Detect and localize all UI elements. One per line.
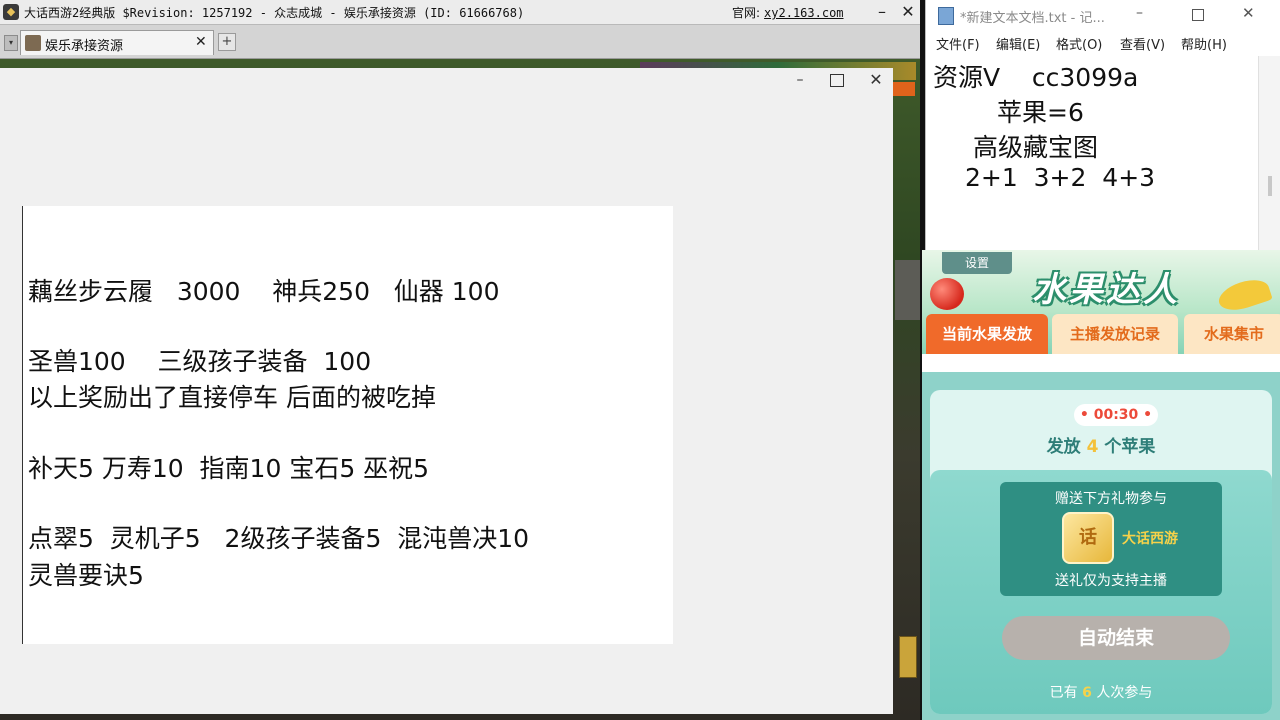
fruit-banner: 设置 水果达人 当前水果发放 主播发放记录 水果集市 (922, 250, 1280, 360)
notes-document: 藕丝步云履 3000 神兵250 仙器 100 圣兽100 三级孩子装备 100… (22, 206, 673, 644)
gift-icon[interactable]: 话 (1062, 512, 1114, 564)
participants-prefix: 已有 (1049, 685, 1078, 701)
participants-suffix: 人次参与 (1096, 685, 1153, 701)
game-window-title: 大话西游2经典版 $Revision: 1257192 - 众志成城 - 娱乐承… (24, 6, 525, 20)
menu-help[interactable]: 帮助(H) (1181, 34, 1227, 53)
auto-end-button[interactable]: 自动结束 (1002, 616, 1230, 660)
tab-close-icon[interactable]: ✕ (195, 34, 207, 50)
gift-box: 赠送下方礼物参与 话 大话西游 送礼仅为支持主播 (1000, 482, 1222, 596)
notepad-icon (938, 7, 954, 25)
notepad-line: 资源V cc3099a (933, 63, 1139, 92)
apple-icon (930, 278, 964, 310)
participants-count: 已有 6 人次参与 (930, 682, 1272, 702)
notepad-titlebar: *新建文本文档.txt - 记... – ✕ (926, 0, 1280, 30)
official-site: 官网: xy2.163.com (732, 4, 844, 21)
game-minimize-button[interactable]: – (872, 2, 892, 22)
countdown-timer: • 00:30 • (1074, 404, 1158, 426)
gift-note: 送礼仅为支持主播 (1055, 573, 1167, 589)
settings-button[interactable]: 设置 (942, 252, 1012, 274)
overlay-close-button[interactable]: ✕ (866, 70, 886, 90)
game-close-button[interactable]: ✕ (898, 2, 918, 22)
tab-dropdown-button[interactable]: ▾ (4, 35, 18, 51)
menu-format[interactable]: 格式(O) (1056, 34, 1102, 53)
fruit-logo: 水果达人 (1032, 270, 1180, 310)
official-site-link[interactable]: xy2.163.com (764, 6, 843, 20)
notepad-line: 高级藏宝图 (973, 133, 1099, 162)
overlay-minimize-button[interactable]: – (790, 72, 810, 92)
headline-suffix: 个苹果 (1104, 437, 1156, 457)
official-site-label: 官网: (732, 6, 761, 20)
tab-current-fruit[interactable]: 当前水果发放 (926, 314, 1048, 354)
game-hud-indicator (893, 82, 915, 96)
game-app-icon: ◆ (3, 4, 19, 20)
tab-avatar-icon (25, 35, 41, 51)
notes-line: 点翠5 灵机子5 2级孩子装备5 混沌兽决10 (28, 524, 530, 553)
banana-icon (1215, 274, 1273, 316)
notepad-text-area[interactable]: 资源V cc3099a 苹果=6 高级藏宝图 2+1 3+2 4+3 (928, 56, 1258, 250)
notepad-close-button[interactable]: ✕ (1242, 4, 1255, 22)
notepad-line: 2+1 3+2 4+3 (965, 163, 1156, 192)
participants-number: 6 (1082, 685, 1092, 701)
notepad-minimize-button[interactable]: – (1136, 5, 1143, 21)
gift-title: 赠送下方礼物参与 (1055, 491, 1167, 507)
game-window: ◆ 大话西游2经典版 $Revision: 1257192 - 众志成城 - 娱… (0, 0, 922, 720)
fruit-card: • 00:30 • 发放 4 个苹果 赠送下方礼物参与 话 大话西游 送礼仅为支… (930, 390, 1272, 714)
notepad-maximize-button[interactable] (1192, 9, 1204, 21)
notepad-menubar: 文件(F) 编辑(E) 格式(O) 查看(V) 帮助(H) (926, 32, 1280, 54)
notes-overlay-window: – ✕ 藕丝步云履 3000 神兵250 仙器 100 圣兽100 三级孩子装备… (0, 68, 893, 714)
apple-count: 4 (1086, 437, 1099, 457)
game-scene-rock (895, 260, 920, 320)
new-tab-button[interactable]: + (218, 33, 236, 51)
notepad-scrollbar[interactable] (1258, 56, 1280, 250)
notes-line: 以上奖励出了直接停车 后面的被吃掉 (28, 383, 436, 412)
tab-anchor-record[interactable]: 主播发放记录 (1052, 314, 1178, 354)
game-tabbar: ▾ 娱乐承接资源 ✕ + (0, 25, 922, 59)
overlay-maximize-button[interactable] (830, 74, 844, 87)
notepad-line: 苹果=6 (997, 98, 1084, 127)
tab-entertainment-resource[interactable]: 娱乐承接资源 ✕ (20, 30, 214, 55)
notepad-title: *新建文本文档.txt - 记... (960, 11, 1105, 26)
fruit-card-inner: 赠送下方礼物参与 话 大话西游 送礼仅为支持主播 自动结束 已有 6 人次参与 (930, 470, 1272, 714)
notepad-window: *新建文本文档.txt - 记... – ✕ 文件(F) 编辑(E) 格式(O)… (925, 0, 1280, 250)
menu-file[interactable]: 文件(F) (936, 34, 980, 53)
distribution-headline: 发放 4 个苹果 (930, 432, 1272, 457)
menu-view[interactable]: 查看(V) (1120, 34, 1165, 53)
headline-prefix: 发放 (1046, 437, 1081, 457)
tab-underline (922, 354, 1280, 372)
menu-edit[interactable]: 编辑(E) (996, 34, 1040, 53)
tab-label: 娱乐承接资源 (45, 39, 124, 54)
gift-name: 大话西游 (1122, 531, 1178, 547)
tab-fruit-market[interactable]: 水果集市 (1184, 314, 1280, 354)
fruit-widget: 设置 水果达人 当前水果发放 主播发放记录 水果集市 • 00:30 • 发放 … (922, 250, 1280, 720)
notes-line: 补天5 万寿10 指南10 宝石5 巫祝5 (28, 454, 430, 483)
notepad-scrollbar-thumb[interactable] (1268, 176, 1272, 196)
notes-line: 圣兽100 三级孩子装备 100 (28, 347, 372, 376)
game-scene-gold-button[interactable] (899, 636, 917, 678)
notes-line: 藕丝步云履 3000 神兵250 仙器 100 (28, 277, 500, 306)
game-titlebar: ◆ 大话西游2经典版 $Revision: 1257192 - 众志成城 - 娱… (0, 0, 922, 25)
notes-line: 灵兽要诀5 (28, 561, 144, 590)
